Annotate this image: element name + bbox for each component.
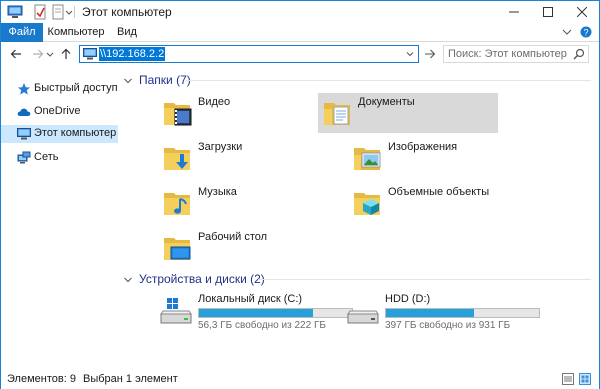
explorer-window: Этот компьютер Файл Компьютер Вид ? \\19… (0, 0, 600, 389)
chevron-down-icon[interactable] (123, 75, 133, 85)
sidebar-item-onedrive[interactable]: OneDrive (1, 103, 118, 121)
status-bar: Элементов: 9 Выбран 1 элемент (1, 369, 599, 389)
folder-tile-downloads[interactable]: Загрузки (158, 138, 338, 178)
3d-objects-folder-icon (352, 187, 384, 219)
desktop-folder-icon (162, 232, 194, 264)
address-dropdown-icon[interactable] (404, 48, 416, 60)
maximize-button[interactable] (531, 1, 565, 23)
folder-label: Видео (198, 96, 231, 108)
group-divider (258, 279, 591, 280)
title-bar: Этот компьютер (1, 1, 599, 23)
windows-drive-icon (158, 296, 194, 328)
folder-label: Музыка (198, 186, 237, 198)
music-folder-icon (162, 187, 194, 219)
drive-name: Локальный диск (C:) (198, 293, 303, 305)
status-items-count: Элементов: 9 (7, 373, 76, 385)
tab-computer[interactable]: Компьютер (45, 23, 107, 42)
folder-tile-music[interactable]: Музыка (158, 183, 338, 223)
address-input[interactable]: \\192.168.2.2 (99, 47, 166, 61)
tab-file[interactable]: Файл (1, 23, 43, 42)
address-bar[interactable]: \\192.168.2.2 (79, 45, 419, 63)
drive-usage-fill (386, 309, 474, 317)
svg-text:?: ? (583, 28, 588, 38)
content-pane: Папки (7) Видео Документы Загрузки Изобр… (118, 66, 599, 369)
search-box[interactable]: Поиск: Этот компьютер (443, 45, 589, 63)
navigation-bar: \\192.168.2.2 Поиск: Этот компьютер (1, 42, 599, 66)
sidebar-item-label: Быстрый доступ (34, 82, 118, 94)
group-header-drives[interactable]: Устройства и диски (2) (123, 271, 265, 287)
recent-locations-icon[interactable] (45, 45, 55, 63)
sidebar-item-label: Этот компьютер (34, 127, 117, 139)
folder-tile-pictures[interactable]: Изображения (348, 138, 528, 178)
sidebar-item-quick-access[interactable]: Быстрый доступ (1, 80, 118, 98)
navigation-pane: Быстрый доступ OneDrive Этот компьютер С… (1, 66, 118, 369)
sidebar-item-this-pc[interactable]: Этот компьютер (1, 125, 118, 143)
drive-tile-d[interactable]: HDD (D:) 397 ГБ свободно из 931 ГБ (345, 292, 540, 331)
computer-icon[interactable] (7, 4, 23, 20)
go-arrow-icon[interactable] (422, 46, 438, 62)
drive-free-space: 56,3 ГБ свободно из 222 ГБ (198, 320, 326, 331)
close-button[interactable] (565, 1, 599, 23)
drive-usage-bar (385, 308, 540, 318)
sidebar-item-label: Сеть (34, 151, 59, 163)
drive-name: HDD (D:) (385, 293, 431, 305)
minimize-button[interactable] (497, 1, 531, 23)
drive-free-space: 397 ГБ свободно из 931 ГБ (385, 320, 511, 331)
folder-tile-video[interactable]: Видео (158, 93, 338, 133)
folder-tile-3d-objects[interactable]: Объемные объекты (348, 183, 528, 223)
folder-tile-desktop[interactable]: Рабочий стол (158, 228, 338, 268)
large-icons-view-icon[interactable] (579, 373, 591, 385)
drive-usage-fill (199, 309, 314, 317)
customize-qat-icon[interactable] (64, 4, 74, 20)
properties-icon[interactable] (32, 4, 48, 20)
ribbon-tabs: Файл Компьютер Вид ? (1, 23, 599, 42)
expand-ribbon-icon[interactable] (560, 25, 574, 39)
downloads-folder-icon (162, 142, 194, 174)
pictures-folder-icon (352, 142, 384, 174)
network-icon (17, 151, 31, 165)
qat-separator (74, 6, 75, 18)
tab-view[interactable]: Вид (109, 23, 145, 42)
status-selection: Выбран 1 элемент (83, 373, 178, 385)
computer-icon (17, 127, 31, 141)
folder-tile-documents[interactable]: Документы (318, 93, 498, 133)
back-button[interactable] (7, 45, 25, 63)
folder-label: Документы (358, 96, 415, 108)
cloud-icon (17, 105, 31, 119)
star-icon (17, 82, 31, 96)
sidebar-item-network[interactable]: Сеть (1, 149, 118, 167)
folder-label: Загрузки (198, 141, 243, 153)
hard-drive-icon (345, 296, 381, 328)
drive-tile-c[interactable]: Локальный диск (C:) 56,3 ГБ свободно из … (158, 292, 353, 331)
group-header-folders[interactable]: Папки (7) (123, 72, 191, 88)
up-button[interactable] (57, 45, 75, 63)
folder-label: Изображения (388, 141, 458, 153)
computer-icon (83, 48, 97, 60)
video-folder-icon (162, 97, 194, 129)
folder-label: Рабочий стол (198, 231, 268, 243)
help-icon[interactable]: ? (579, 25, 593, 39)
chevron-down-icon[interactable] (123, 274, 133, 284)
group-divider (186, 80, 591, 81)
drive-usage-bar (198, 308, 353, 318)
folder-label: Объемные объекты (388, 186, 490, 198)
details-view-icon[interactable] (562, 373, 574, 385)
group-title: Папки (7) (139, 73, 191, 87)
documents-folder-icon (322, 97, 354, 129)
window-title: Этот компьютер (82, 5, 172, 19)
search-placeholder[interactable]: Поиск: Этот компьютер (448, 48, 567, 60)
group-title: Устройства и диски (2) (139, 272, 265, 286)
sidebar-item-label: OneDrive (34, 105, 81, 117)
search-icon[interactable] (573, 48, 585, 60)
